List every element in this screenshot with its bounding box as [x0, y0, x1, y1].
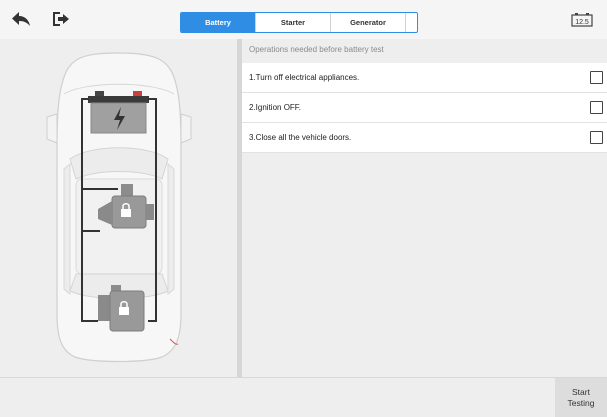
- checklist-item-label: 2.Ignition OFF.: [249, 103, 302, 112]
- battery-positive-terminal: [133, 91, 142, 96]
- start-testing-label-line2: Testing: [567, 397, 595, 408]
- battery-negative-terminal: [95, 91, 104, 96]
- checklist-item-label: 3.Close all the vehicle doors.: [249, 133, 352, 142]
- checklist-checkbox[interactable]: [590, 101, 603, 114]
- tab-battery[interactable]: Battery: [181, 13, 255, 32]
- checklist-item: 1.Turn off electrical appliances.: [242, 63, 607, 93]
- tab-starter[interactable]: Starter: [256, 13, 330, 32]
- voltage-value: 12.5: [575, 19, 589, 26]
- start-testing-label-line1: Start: [572, 386, 590, 397]
- checklist-panel: Operations needed before battery test 1.…: [242, 39, 607, 377]
- checklist-checkbox[interactable]: [590, 71, 603, 84]
- checklist-item: 3.Close all the vehicle doors.: [242, 123, 607, 153]
- battery-top: [88, 96, 149, 103]
- checklist-header: Operations needed before battery test: [249, 45, 384, 54]
- back-arrow-icon[interactable]: [8, 8, 34, 30]
- car-battery-diagram: [46, 52, 192, 363]
- top-toolbar: Battery Starter Generator 12.5: [0, 0, 607, 39]
- right-mirror: [180, 113, 192, 144]
- exit-icon[interactable]: [48, 8, 74, 30]
- tab-empty: [406, 13, 417, 32]
- right-window: [167, 162, 175, 296]
- left-mirror: [46, 113, 58, 144]
- checklist-item-label: 1.Turn off electrical appliances.: [249, 73, 360, 82]
- checklist-item: 2.Ignition OFF.: [242, 93, 607, 123]
- start-testing-button[interactable]: Start Testing: [555, 378, 607, 417]
- tab-bar: Battery Starter Generator: [180, 12, 418, 33]
- tab-generator[interactable]: Generator: [331, 13, 405, 32]
- battery-voltage-icon: 12.5: [571, 12, 593, 27]
- vehicle-diagram-panel: [0, 39, 237, 377]
- bottom-bar: Start Testing: [0, 377, 607, 417]
- left-window: [63, 162, 71, 296]
- checklist-checkbox[interactable]: [590, 131, 603, 144]
